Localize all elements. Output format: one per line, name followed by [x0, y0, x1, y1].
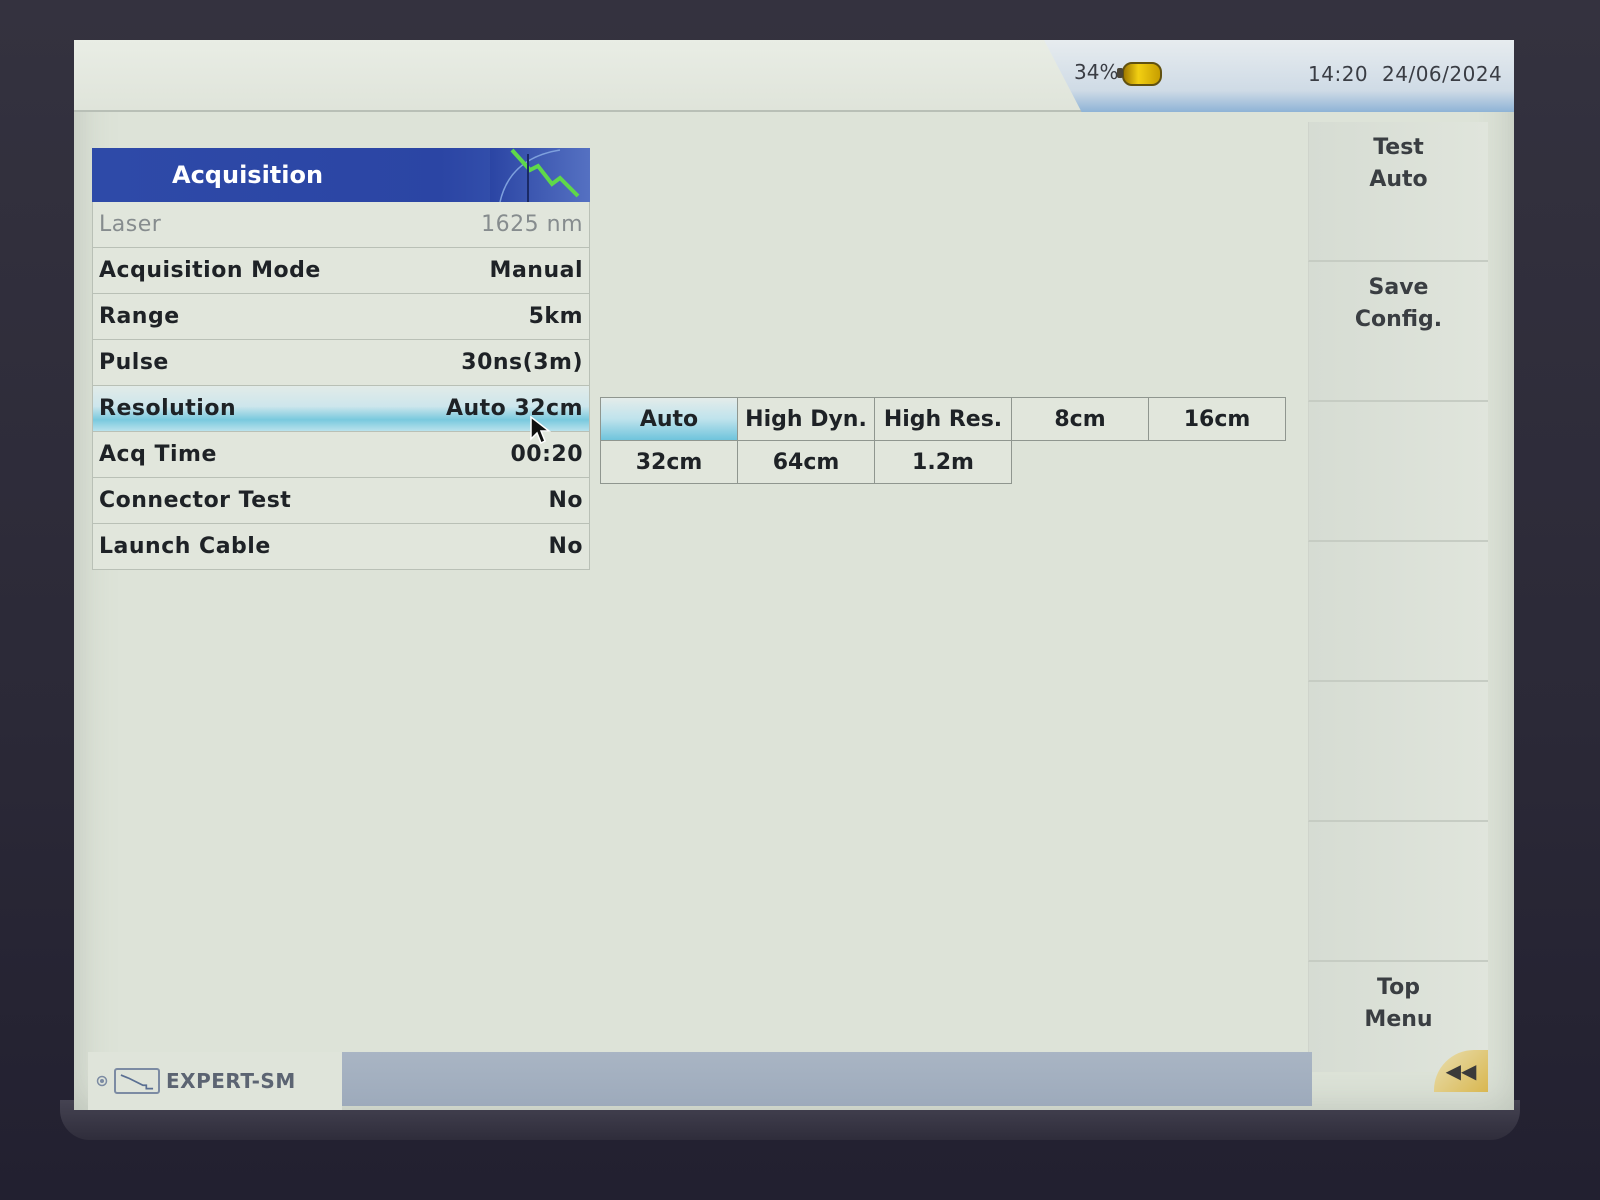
row-label: Connector Test	[99, 488, 292, 513]
row-value: Manual	[489, 258, 583, 283]
row-value: 30ns(3m)	[461, 350, 583, 375]
option-high-res[interactable]: High Res.	[874, 397, 1012, 441]
option-64cm[interactable]: 64cm	[737, 440, 875, 484]
row-value: No	[548, 534, 583, 559]
softkey-column: Test Auto Save Config. Top Menu	[1308, 122, 1488, 1072]
option-32cm[interactable]: 32cm	[600, 440, 738, 484]
row-resolution[interactable]: Resolution Auto 32cm	[93, 386, 589, 432]
row-label: Range	[99, 304, 180, 329]
row-value: 5km	[528, 304, 583, 329]
row-connector-test[interactable]: Connector Test No	[93, 478, 589, 524]
softkey-label-line1: Save	[1368, 275, 1429, 300]
softkey-3-empty[interactable]	[1308, 402, 1488, 542]
row-launch-cable[interactable]: Launch Cable No	[93, 524, 589, 570]
options-row-2: 32cm 64cm 1.2m	[600, 440, 1285, 484]
option-8cm[interactable]: 8cm	[1011, 397, 1149, 441]
softkey-label-line2: Config.	[1354, 307, 1443, 332]
trace-graph-icon	[490, 148, 590, 202]
softkey-5-empty[interactable]	[1308, 682, 1488, 822]
row-label: Acquisition Mode	[99, 258, 321, 283]
option-1-2m[interactable]: 1.2m	[874, 440, 1012, 484]
otdr-trace-icon	[114, 1068, 160, 1094]
softkey-label-line2: Auto	[1369, 167, 1428, 192]
row-pulse[interactable]: Pulse 30ns(3m)	[93, 340, 589, 386]
options-row-1: Auto High Dyn. High Res. 8cm 16cm	[600, 397, 1286, 441]
test-auto-button[interactable]: Test Auto	[1308, 122, 1488, 262]
app-name: EXPERT-SM	[166, 1069, 296, 1093]
bottom-bar: EXPERT-SM	[74, 1052, 1514, 1110]
panel-title: Acquisition	[172, 161, 324, 189]
battery-icon	[1117, 62, 1162, 86]
option-16cm[interactable]: 16cm	[1148, 397, 1286, 441]
message-strip	[342, 1052, 1312, 1106]
row-value: 1625 nm	[481, 212, 583, 237]
row-label: Resolution	[99, 396, 237, 421]
row-label: Acq Time	[99, 442, 217, 467]
row-label: Launch Cable	[99, 534, 271, 559]
battery-percent: 34%	[1074, 60, 1119, 84]
settings-list: Laser 1625 nm Acquisition Mode Manual Ra…	[92, 202, 590, 570]
row-value: No	[548, 488, 583, 513]
acquisition-panel: Acquisition Laser 1625 nm Acquisition Mo…	[92, 148, 590, 570]
row-acquisition-mode[interactable]: Acquisition Mode Manual	[93, 248, 589, 294]
mouse-cursor-icon	[530, 415, 551, 445]
row-range[interactable]: Range 5km	[93, 294, 589, 340]
row-label: Laser	[99, 212, 162, 237]
softkey-6-empty[interactable]	[1308, 822, 1488, 962]
row-value: 00:20	[510, 442, 583, 467]
softkey-label-line1: Test	[1373, 135, 1424, 160]
option-auto[interactable]: Auto	[600, 397, 738, 441]
row-label: Pulse	[99, 350, 169, 375]
status-bar: 34% 14:20 24/06/2024	[74, 40, 1514, 112]
radio-dot-icon	[96, 1075, 108, 1087]
resolution-options: Auto High Dyn. High Res. 8cm 16cm 32cm 6…	[600, 397, 1286, 484]
clock-date: 24/06/2024	[1382, 62, 1503, 86]
row-laser: Laser 1625 nm	[93, 202, 589, 248]
panel-header: Acquisition	[92, 148, 590, 202]
app-tab[interactable]: EXPERT-SM	[88, 1052, 342, 1110]
softkey-label-line2: Menu	[1364, 1007, 1433, 1032]
softkey-4-empty[interactable]	[1308, 542, 1488, 682]
option-high-dyn[interactable]: High Dyn.	[737, 397, 875, 441]
save-config-button[interactable]: Save Config.	[1308, 262, 1488, 402]
device-screen: 34% 14:20 24/06/2024 Acquisition Laser 1…	[74, 40, 1514, 1110]
clock-time: 14:20	[1308, 62, 1369, 86]
row-acq-time[interactable]: Acq Time 00:20	[93, 432, 589, 478]
row-value: Auto 32cm	[445, 396, 583, 421]
softkey-label-line1: Top	[1377, 975, 1420, 1000]
